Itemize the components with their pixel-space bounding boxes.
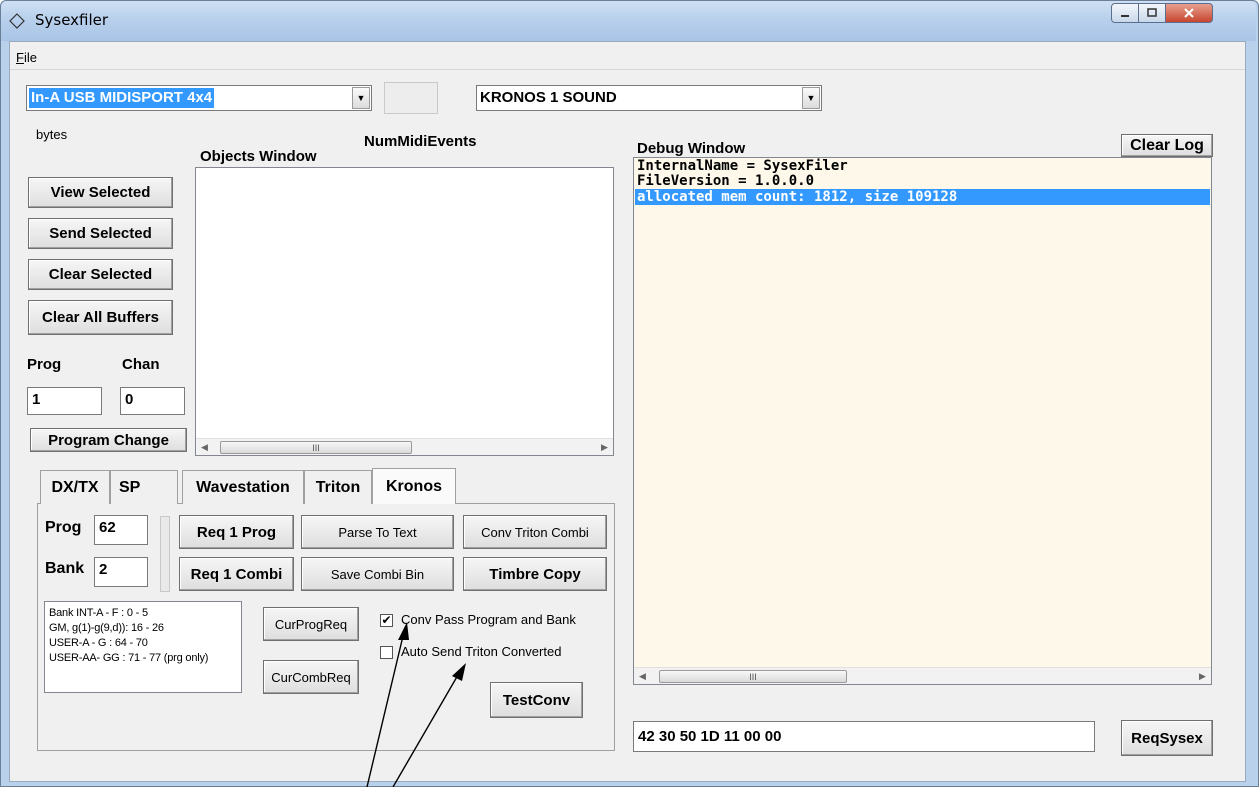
scroll-right-icon[interactable]: ▶ bbox=[1194, 668, 1211, 685]
objects-hscrollbar[interactable]: ◀ III ▶ bbox=[196, 438, 613, 455]
blank-button[interactable] bbox=[384, 82, 438, 114]
conv-pass-checkbox[interactable]: ✔ bbox=[380, 614, 393, 627]
parse-to-text-button[interactable]: Parse To Text bbox=[301, 515, 454, 549]
window-title: Sysexfiler bbox=[35, 11, 109, 29]
midi-input-select[interactable]: In-A USB MIDISPORT 4x4 ▼ bbox=[26, 85, 372, 111]
req-1-combi-button[interactable]: Req 1 Combi bbox=[179, 557, 294, 591]
scroll-right-icon[interactable]: ▶ bbox=[596, 439, 613, 456]
view-selected-button[interactable]: View Selected bbox=[28, 177, 173, 208]
close-button[interactable] bbox=[1165, 3, 1213, 23]
minimize-icon bbox=[1121, 15, 1129, 17]
conv-pass-label: Conv Pass Program and Bank bbox=[401, 612, 576, 627]
timbre-copy-button[interactable]: Timbre Copy bbox=[463, 557, 607, 591]
program-change-button[interactable]: Program Change bbox=[30, 428, 187, 452]
chevron-down-icon[interactable]: ▼ bbox=[352, 87, 370, 109]
conv-triton-combi-button[interactable]: Conv Triton Combi bbox=[463, 515, 607, 549]
app-icon bbox=[9, 13, 25, 29]
bank-info-line: USER-AA- GG : 71 - 77 (prg only) bbox=[49, 652, 209, 664]
prog-input[interactable]: 1 bbox=[27, 387, 102, 415]
bank-info-box: Bank INT-A - F : 0 - 5 GM, g(1)-g(9,d)):… bbox=[44, 601, 242, 693]
minimize-button[interactable] bbox=[1111, 3, 1139, 23]
debug-line-selected[interactable]: allocated mem count: 1812, size 109128 bbox=[635, 189, 1210, 205]
close-icon bbox=[1184, 8, 1194, 18]
tab-wavestation[interactable]: Wavestation bbox=[182, 470, 304, 504]
scroll-thumb[interactable]: III bbox=[220, 441, 412, 454]
tab-kronos[interactable]: Kronos bbox=[372, 468, 456, 504]
kronos-prog-label: Prog bbox=[45, 519, 82, 536]
midi-input-value: In-A USB MIDISPORT 4x4 bbox=[29, 88, 215, 108]
clear-all-buffers-button[interactable]: Clear All Buffers bbox=[28, 300, 173, 335]
title-bar[interactable]: Sysexfiler bbox=[1, 1, 1256, 41]
debug-line: FileVersion = 1.0.0.0 bbox=[637, 173, 815, 189]
tab-sp[interactable]: SP bbox=[110, 470, 178, 504]
objects-list[interactable]: ◀ III ▶ bbox=[195, 167, 614, 456]
test-conv-button[interactable]: TestConv bbox=[490, 682, 583, 718]
bank-info-line: Bank INT-A - F : 0 - 5 bbox=[49, 607, 148, 619]
sound-select-value: KRONOS 1 SOUND bbox=[480, 89, 617, 106]
cur-prog-req-button[interactable]: CurProgReq bbox=[263, 607, 359, 641]
scroll-left-icon[interactable]: ◀ bbox=[634, 668, 651, 685]
req-sysex-button[interactable]: ReqSysex bbox=[1121, 720, 1213, 756]
menu-file-label: ile bbox=[23, 50, 37, 65]
save-combi-bin-button[interactable]: Save Combi Bin bbox=[301, 557, 454, 591]
maximize-button[interactable] bbox=[1138, 3, 1166, 23]
debug-window-label: Debug Window bbox=[637, 140, 746, 157]
bank-info-line: GM, g(1)-g(9,d)): 16 - 26 bbox=[49, 622, 164, 634]
maximize-icon bbox=[1147, 8, 1157, 17]
bank-info-line: USER-A - G : 64 - 70 bbox=[49, 637, 148, 649]
debug-hscrollbar[interactable]: ◀ III ▶ bbox=[634, 667, 1211, 684]
prog-label: Prog bbox=[27, 356, 62, 373]
spin-control[interactable] bbox=[160, 516, 170, 592]
debug-line: InternalName = SysexFiler bbox=[637, 158, 848, 174]
tab-triton[interactable]: Triton bbox=[304, 470, 372, 504]
tab-dxtx[interactable]: DX/TX bbox=[40, 470, 110, 504]
debug-log[interactable]: InternalName = SysexFiler FileVersion = … bbox=[633, 157, 1212, 685]
bytes-label: bytes bbox=[36, 127, 68, 142]
sysex-input[interactable]: 42 30 50 1D 11 00 00 bbox=[633, 721, 1095, 752]
menu-file-accelerator: F bbox=[16, 50, 24, 65]
scroll-left-icon[interactable]: ◀ bbox=[196, 439, 213, 456]
chevron-down-icon[interactable]: ▼ bbox=[802, 87, 820, 109]
chan-label: Chan bbox=[122, 356, 160, 373]
objects-window-label: Objects Window bbox=[200, 148, 317, 165]
kronos-bank-input[interactable]: 2 bbox=[94, 557, 148, 587]
num-midi-events-label: NumMidiEvents bbox=[364, 133, 477, 150]
kronos-bank-label: Bank bbox=[45, 560, 85, 577]
auto-send-label: Auto Send Triton Converted bbox=[401, 644, 562, 659]
menu-separator bbox=[10, 69, 1245, 70]
sound-select[interactable]: KRONOS 1 SOUND ▼ bbox=[476, 85, 822, 111]
scroll-thumb[interactable]: III bbox=[659, 670, 847, 683]
auto-send-checkbox[interactable] bbox=[380, 646, 393, 659]
cur-comb-req-button[interactable]: CurCombReq bbox=[263, 660, 359, 694]
menu-file[interactable]: File bbox=[16, 50, 37, 65]
clear-selected-button[interactable]: Clear Selected bbox=[28, 259, 173, 290]
menu-bar bbox=[10, 46, 1245, 68]
chan-input[interactable]: 0 bbox=[120, 387, 185, 415]
req-1-prog-button[interactable]: Req 1 Prog bbox=[179, 515, 294, 549]
clear-log-button[interactable]: Clear Log bbox=[1121, 134, 1213, 157]
kronos-prog-input[interactable]: 62 bbox=[94, 515, 148, 545]
send-selected-button[interactable]: Send Selected bbox=[28, 218, 173, 249]
